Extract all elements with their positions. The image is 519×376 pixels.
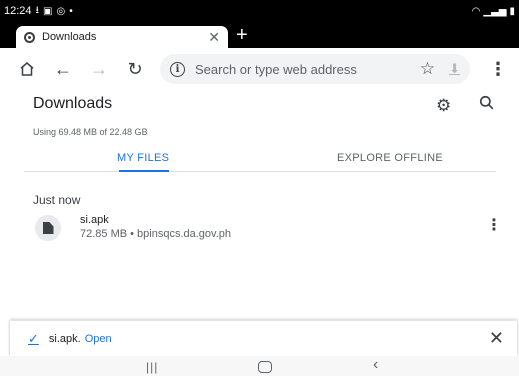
search-icon[interactable] (477, 93, 497, 113)
file-icon (42, 222, 54, 234)
image-icon: ▣ (43, 5, 53, 17)
snackbar-text: si.apk. (48, 332, 81, 345)
file-icon-container (35, 215, 61, 241)
tab-strip: Downloads ✕ + (0, 22, 519, 48)
info-icon[interactable]: i (170, 61, 185, 77)
system-nav-bar: ||| ‹ (0, 356, 519, 376)
file-more-options-icon[interactable]: ⋮ (486, 218, 502, 234)
section-header-just-now: Just now (33, 193, 81, 207)
status-system-icons: ◠ ▁▃▅ ▮ (472, 6, 515, 17)
chrome-icon: ◎ (56, 5, 66, 17)
page-title: Downloads (33, 95, 113, 112)
status-time: 12:24 (4, 5, 32, 17)
active-tab-indicator (119, 170, 169, 172)
forward-icon[interactable]: → (86, 56, 112, 82)
download-snackbar: ✓ si.apk. Open ✕ (10, 320, 517, 356)
bookmark-star-icon[interactable]: ☆ (420, 59, 435, 79)
omnibox[interactable]: i ☆ ⬇ (160, 54, 470, 84)
home-nav-icon[interactable] (258, 361, 272, 373)
dot-icon: • (69, 5, 73, 17)
recents-icon[interactable]: ||| (146, 360, 158, 374)
signal-icon: ▁▃▅ (483, 5, 507, 17)
browser-toolbar: ← → ↻ i ☆ ⬇ ⋮ (0, 48, 519, 90)
tab-title: Downloads (42, 31, 97, 43)
wifi-icon: ◠ (471, 5, 481, 17)
tab-explore-offline[interactable]: EXPLORE OFFLINE (337, 152, 443, 164)
status-bar: 12:24 ⭳ ▣ ◎ • ◠ ▁▃▅ ▮ (0, 0, 519, 22)
file-meta: 72.85 MB • bpinsqcs.da.gov.ph (80, 228, 232, 240)
download-page-icon[interactable]: ⬇ (449, 61, 460, 77)
new-tab-icon[interactable]: + (236, 24, 248, 46)
home-icon-svg (20, 62, 34, 76)
status-notification-icons: ⭳ ▣ ◎ • (36, 3, 73, 20)
battery-icon: ▮ (509, 5, 515, 17)
downloads-tabs: MY FILES EXPLORE OFFLINE (24, 140, 496, 172)
close-icon[interactable]: ✕ (489, 328, 504, 349)
storage-usage-text: Using 69.48 MB of 22.48 GB (33, 127, 148, 137)
open-file-link[interactable]: Open (85, 333, 112, 345)
omnibox-input[interactable] (195, 61, 395, 77)
file-name: si.apk (80, 214, 109, 226)
close-icon[interactable]: ✕ (208, 29, 220, 46)
downloads-favicon-icon (24, 31, 35, 43)
back-icon[interactable]: ← (50, 56, 76, 82)
more-options-icon[interactable]: ⋮ (489, 60, 507, 78)
browser-tab[interactable]: Downloads ✕ (16, 26, 228, 48)
download-done-icon: ⭳ (35, 4, 40, 16)
settings-gear-icon[interactable]: ⚙ (436, 96, 451, 116)
home-icon[interactable] (14, 56, 40, 82)
download-complete-icon: ✓ (28, 330, 39, 346)
tab-my-files[interactable]: MY FILES (117, 152, 169, 164)
list-item[interactable]: si.apk 72.85 MB • bpinsqcs.da.gov.ph ⋮ (24, 208, 502, 248)
reload-icon[interactable]: ↻ (122, 56, 148, 82)
back-nav-icon[interactable]: ‹ (373, 356, 378, 374)
